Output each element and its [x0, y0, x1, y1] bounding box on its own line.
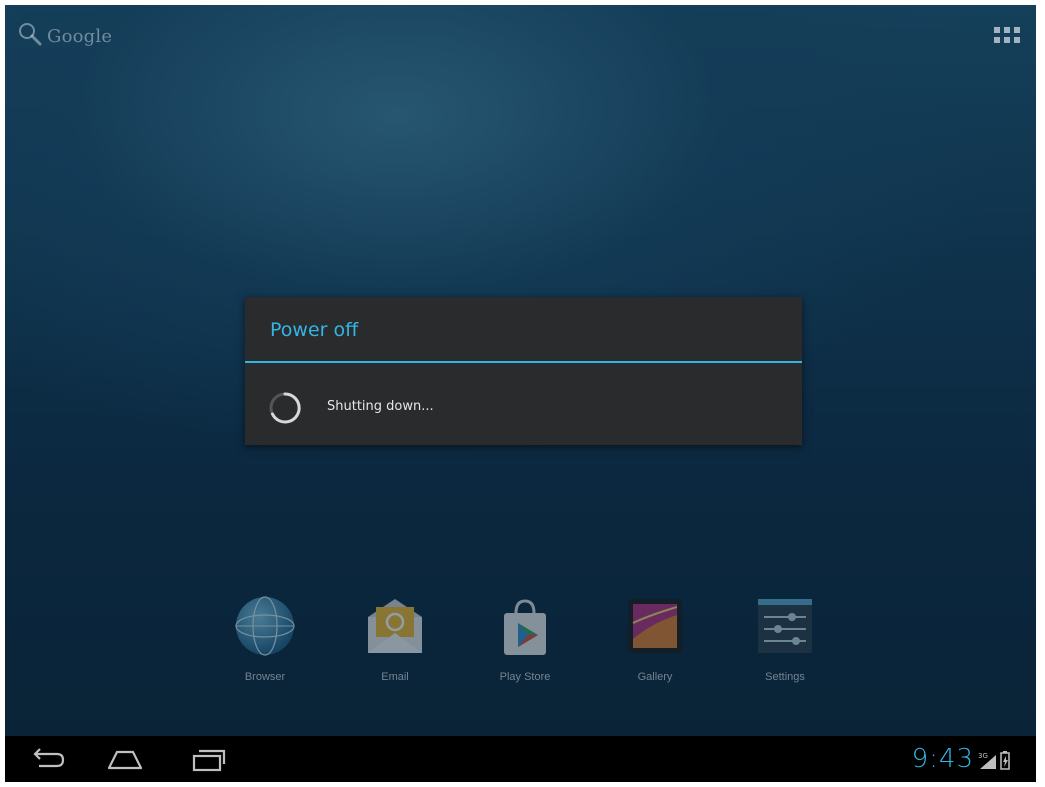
signal-battery-icon[interactable]: 3G: [978, 749, 1014, 771]
status-clock[interactable]: 9:43: [912, 744, 974, 774]
dock-label: Settings: [765, 671, 805, 683]
dock-item-play-store[interactable]: Play Store: [475, 593, 575, 683]
dialog-title: Power off: [270, 319, 359, 341]
dock-item-gallery[interactable]: Gallery: [605, 593, 705, 683]
dock-label: Email: [381, 671, 409, 683]
dock-item-email[interactable]: Email: [345, 593, 445, 683]
loading-spinner-icon: [269, 392, 301, 424]
network-type-label: 3G: [978, 752, 988, 760]
dock-label: Browser: [244, 671, 286, 683]
home-screen: Google Browser Email Play Store Gallery …: [5, 5, 1036, 736]
system-navigation-bar: 9:43 3G: [5, 736, 1036, 782]
home-icon: [107, 750, 143, 770]
play-store-icon: [504, 599, 546, 655]
browser-icon: [235, 596, 295, 656]
search-icon: [17, 21, 43, 51]
recent-apps-button[interactable]: [188, 746, 228, 774]
dock-item-browser[interactable]: Browser: [215, 593, 315, 683]
all-apps-icon[interactable]: [994, 27, 1020, 45]
gallery-icon: [628, 599, 682, 653]
email-icon: [368, 599, 422, 653]
dialog-message: Shutting down...: [327, 399, 434, 414]
back-button[interactable]: [27, 746, 67, 774]
favorites-dock: Browser Email Play Store Gallery Setting…: [215, 593, 835, 693]
dialog-divider: [245, 361, 802, 363]
dock-label: Gallery: [637, 671, 673, 683]
home-button[interactable]: [105, 746, 145, 774]
recent-apps-icon: [192, 749, 226, 772]
dock-item-settings[interactable]: Settings: [735, 593, 835, 683]
google-search-bar[interactable]: Google: [17, 21, 112, 51]
search-label: Google: [47, 25, 113, 47]
settings-icon: [758, 599, 812, 653]
back-icon: [33, 748, 65, 768]
power-off-dialog: Power off Shutting down...: [245, 297, 802, 445]
dock-label: Play Store: [499, 671, 551, 683]
